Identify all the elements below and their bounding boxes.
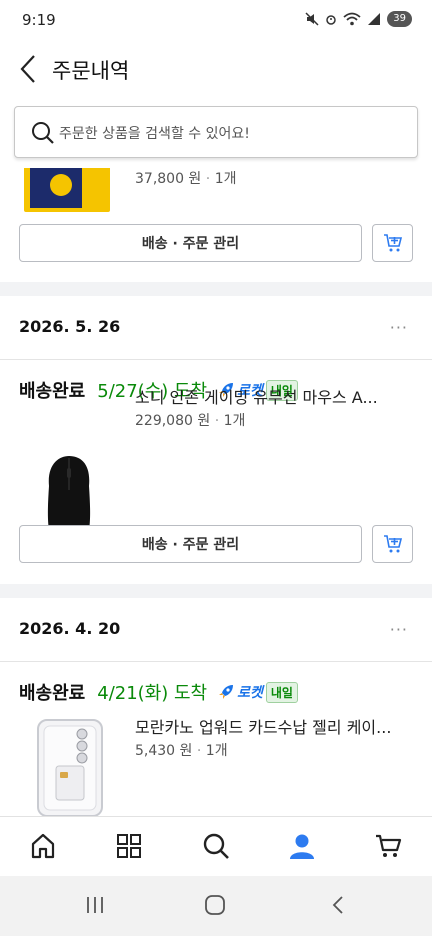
add-to-cart-button[interactable] (372, 525, 413, 563)
delivery-status-label: 배송완료 (19, 683, 86, 704)
nav-category[interactable] (114, 831, 144, 861)
order-date-row: 2026. 4. 20 ··· (0, 598, 432, 662)
search-input[interactable]: 주문한 상품을 검색할 수 있어요! (14, 106, 418, 158)
search-placeholder: 주문한 상품을 검색할 수 있어요! (59, 126, 250, 142)
product-price: 229,080 원 · 1개 (135, 410, 245, 430)
product-price: 5,430 원 · 1개 (135, 740, 228, 760)
status-time: 9:19 (22, 11, 56, 29)
nav-home[interactable] (28, 831, 58, 861)
quantity-value: 1개 (214, 171, 237, 187)
order-card: 37,800 원 · 1개 배송 · 주문 관리 (0, 168, 432, 282)
price-separator: · (196, 743, 202, 759)
status-icons: 39 (305, 11, 412, 27)
system-navigation-bar (0, 876, 432, 936)
product-name[interactable]: 모란카노 업워드 카드수납 젤리 케이... (135, 714, 395, 738)
product-thumbnail[interactable] (34, 718, 106, 816)
search-icon (203, 833, 229, 859)
manage-order-button[interactable]: 배송 · 주문 관리 (19, 525, 362, 563)
recent-apps-icon[interactable] (84, 894, 106, 916)
quantity-value: 1개 (205, 743, 228, 759)
nav-search[interactable] (201, 831, 231, 861)
search-bar: 주문한 상품을 검색할 수 있어요! (0, 98, 432, 168)
order-card: 2026. 4. 20 ··· 배송완료 4/21(화) 도착 로켓 내일 모란… (0, 598, 432, 816)
page-header: 주문내역 (0, 40, 432, 98)
price-value: 229,080 원 (135, 413, 211, 429)
order-card: 2026. 5. 26 ··· 배송완료 5/27(수) 도착 로켓 내일 소니… (0, 296, 432, 584)
price-value: 5,430 원 (135, 743, 193, 759)
delivery-status-label: 배송완료 (19, 381, 86, 402)
back-icon[interactable] (14, 52, 42, 86)
rocket-icon (219, 685, 234, 699)
battery-badge: 39 (387, 11, 412, 27)
rocket-badge: 로켓 내일 (217, 681, 298, 703)
signal-icon (368, 13, 381, 25)
more-options-icon[interactable]: ··· (390, 620, 408, 639)
order-date-row: 2026. 5. 26 ··· (0, 296, 432, 360)
rocket-label: 로켓 (237, 685, 263, 701)
cart-plus-icon (383, 234, 402, 252)
wifi-icon (343, 12, 361, 26)
price-separator: · (214, 413, 220, 429)
search-icon (32, 122, 54, 144)
back-icon[interactable] (327, 894, 349, 916)
quantity-value: 1개 (223, 413, 246, 429)
manage-order-button[interactable]: 배송 · 주문 관리 (19, 224, 362, 262)
tomorrow-badge: 내일 (265, 681, 298, 703)
arrival-date: 4/21(화) 도착 (97, 683, 208, 704)
more-options-icon[interactable]: ··· (390, 318, 408, 337)
home-button-icon[interactable] (204, 894, 226, 916)
nav-cart[interactable] (373, 831, 403, 861)
order-date: 2026. 5. 26 (19, 317, 121, 336)
nav-my-page[interactable] (287, 831, 317, 861)
product-name[interactable]: 소니 인존 게이밍 유무선 마우스 A... (135, 384, 395, 408)
add-to-cart-button[interactable] (372, 224, 413, 262)
cart-plus-icon (383, 535, 402, 553)
cart-icon (376, 834, 402, 857)
profile-icon (290, 834, 314, 859)
delivery-status: 배송완료 4/21(화) 도착 로켓 내일 (19, 679, 298, 705)
order-date: 2026. 4. 20 (19, 619, 121, 638)
bottom-navigation (0, 816, 432, 876)
home-icon (31, 833, 55, 859)
product-price: 37,800 원 · 1개 (135, 168, 236, 188)
category-grid-icon (117, 834, 141, 858)
order-list: 37,800 원 · 1개 배송 · 주문 관리 2026. 5. 26 ···… (0, 168, 432, 816)
status-bar: 9:19 39 (0, 0, 432, 40)
mute-icon (305, 12, 319, 26)
alarm-icon (326, 15, 337, 25)
price-value: 37,800 원 (135, 171, 202, 187)
price-separator: · (205, 171, 211, 187)
page-title: 주문내역 (52, 59, 130, 83)
product-thumbnail[interactable] (24, 168, 110, 212)
